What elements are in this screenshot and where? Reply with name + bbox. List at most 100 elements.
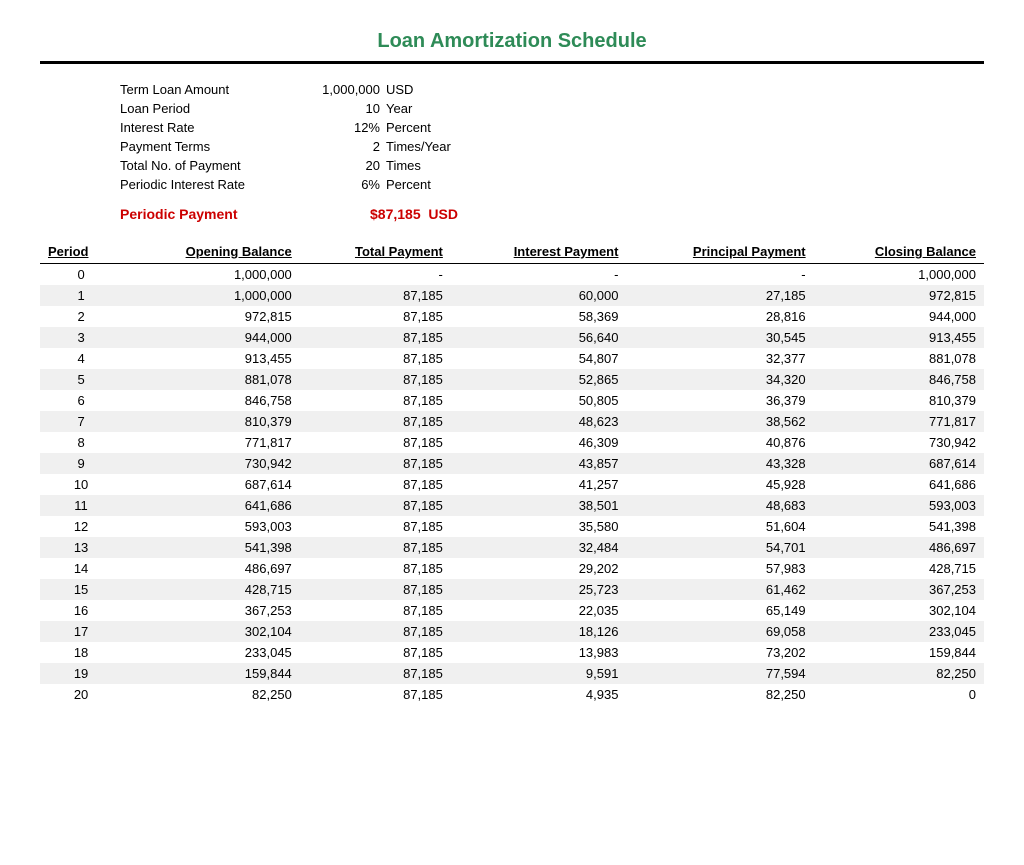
table-cell: 73,202 <box>626 642 813 663</box>
table-cell: 27,185 <box>626 285 813 306</box>
table-cell: 58,369 <box>451 306 627 327</box>
summary-row-total-payment: Total No. of Payment 20 Times <box>120 158 984 173</box>
table-cell: 56,640 <box>451 327 627 348</box>
table-row: 2972,81587,18558,36928,816944,000 <box>40 306 984 327</box>
table-cell: 1,000,000 <box>814 264 984 286</box>
periodic-payment-label: Periodic Payment <box>120 206 320 222</box>
table-cell: 38,501 <box>451 495 627 516</box>
table-cell: 771,817 <box>814 411 984 432</box>
table-row: 14486,69787,18529,20257,983428,715 <box>40 558 984 579</box>
table-cell: 87,185 <box>300 600 451 621</box>
table-cell: 12 <box>40 516 122 537</box>
table-cell: 48,683 <box>626 495 813 516</box>
table-cell: 19 <box>40 663 122 684</box>
table-cell: 87,185 <box>300 327 451 348</box>
table-cell: 428,715 <box>814 558 984 579</box>
table-cell: 14 <box>40 558 122 579</box>
table-cell: 87,185 <box>300 390 451 411</box>
table-cell: 846,758 <box>814 369 984 390</box>
table-cell: 9,591 <box>451 663 627 684</box>
table-row: 5881,07887,18552,86534,320846,758 <box>40 369 984 390</box>
table-cell: 1 <box>40 285 122 306</box>
table-cell: 87,185 <box>300 369 451 390</box>
table-cell: 771,817 <box>122 432 300 453</box>
table-cell: 687,614 <box>122 474 300 495</box>
table-cell: 17 <box>40 621 122 642</box>
summary-label-loan-period: Loan Period <box>120 101 320 116</box>
col-header-period: Period <box>40 240 122 264</box>
table-cell: 687,614 <box>814 453 984 474</box>
table-cell: 9 <box>40 453 122 474</box>
table-cell: 233,045 <box>122 642 300 663</box>
table-cell: 428,715 <box>122 579 300 600</box>
table-cell: 2 <box>40 306 122 327</box>
table-cell: 54,701 <box>626 537 813 558</box>
summary-unit-loan-period: Year <box>386 101 412 116</box>
table-row: 3944,00087,18556,64030,545913,455 <box>40 327 984 348</box>
table-cell: 541,398 <box>814 516 984 537</box>
table-cell: 87,185 <box>300 411 451 432</box>
table-cell: 43,328 <box>626 453 813 474</box>
table-cell: 87,185 <box>300 474 451 495</box>
table-cell: 87,185 <box>300 663 451 684</box>
table-cell: 159,844 <box>814 642 984 663</box>
col-header-principal-payment: Principal Payment <box>626 240 813 264</box>
table-cell: 810,379 <box>814 390 984 411</box>
table-cell: 881,078 <box>814 348 984 369</box>
table-cell: 28,816 <box>626 306 813 327</box>
table-cell: 13 <box>40 537 122 558</box>
table-cell: 0 <box>814 684 984 705</box>
table-cell: - <box>626 264 813 286</box>
table-row: 11,000,00087,18560,00027,185972,815 <box>40 285 984 306</box>
table-cell: 881,078 <box>122 369 300 390</box>
table-cell: 16 <box>40 600 122 621</box>
table-cell: 302,104 <box>814 600 984 621</box>
table-cell: 1,000,000 <box>122 264 300 286</box>
table-cell: 25,723 <box>451 579 627 600</box>
table-cell: 972,815 <box>814 285 984 306</box>
table-cell: 944,000 <box>122 327 300 348</box>
table-cell: - <box>451 264 627 286</box>
table-cell: 29,202 <box>451 558 627 579</box>
table-row: 01,000,000---1,000,000 <box>40 264 984 286</box>
table-cell: 32,484 <box>451 537 627 558</box>
table-cell: 159,844 <box>122 663 300 684</box>
table-row: 6846,75887,18550,80536,379810,379 <box>40 390 984 411</box>
table-cell: 13,983 <box>451 642 627 663</box>
summary-label-payment-terms: Payment Terms <box>120 139 320 154</box>
table-row: 8771,81787,18546,30940,876730,942 <box>40 432 984 453</box>
table-cell: 43,857 <box>451 453 627 474</box>
table-cell: 367,253 <box>814 579 984 600</box>
table-cell: 30,545 <box>626 327 813 348</box>
summary-value-total-payment: 20 <box>320 158 380 173</box>
table-cell: 15 <box>40 579 122 600</box>
summary-row-payment-terms: Payment Terms 2 Times/Year <box>120 139 984 154</box>
table-row: 9730,94287,18543,85743,328687,614 <box>40 453 984 474</box>
table-cell: 4 <box>40 348 122 369</box>
table-cell: 641,686 <box>814 474 984 495</box>
summary-section: Term Loan Amount 1,000,000 USD Loan Peri… <box>120 82 984 222</box>
table-cell: 913,455 <box>122 348 300 369</box>
table-cell: 730,942 <box>122 453 300 474</box>
table-cell: 46,309 <box>451 432 627 453</box>
table-cell: 87,185 <box>300 558 451 579</box>
table-cell: 972,815 <box>122 306 300 327</box>
table-cell: 61,462 <box>626 579 813 600</box>
table-row: 10687,61487,18541,25745,928641,686 <box>40 474 984 495</box>
summary-value-periodic-interest: 6% <box>320 177 380 192</box>
table-cell: 641,686 <box>122 495 300 516</box>
summary-label-total-payment: Total No. of Payment <box>120 158 320 173</box>
col-header-closing-balance: Closing Balance <box>814 240 984 264</box>
table-cell: 82,250 <box>814 663 984 684</box>
table-row: 13541,39887,18532,48454,701486,697 <box>40 537 984 558</box>
table-row: 7810,37987,18548,62338,562771,817 <box>40 411 984 432</box>
summary-unit-interest-rate: Percent <box>386 120 431 135</box>
table-cell: 87,185 <box>300 621 451 642</box>
summary-value-loan-period: 10 <box>320 101 380 116</box>
summary-row-loan-period: Loan Period 10 Year <box>120 101 984 116</box>
table-cell: 22,035 <box>451 600 627 621</box>
table-cell: 50,805 <box>451 390 627 411</box>
table-row: 16367,25387,18522,03565,149302,104 <box>40 600 984 621</box>
table-cell: 810,379 <box>122 411 300 432</box>
summary-row-periodic-interest: Periodic Interest Rate 6% Percent <box>120 177 984 192</box>
